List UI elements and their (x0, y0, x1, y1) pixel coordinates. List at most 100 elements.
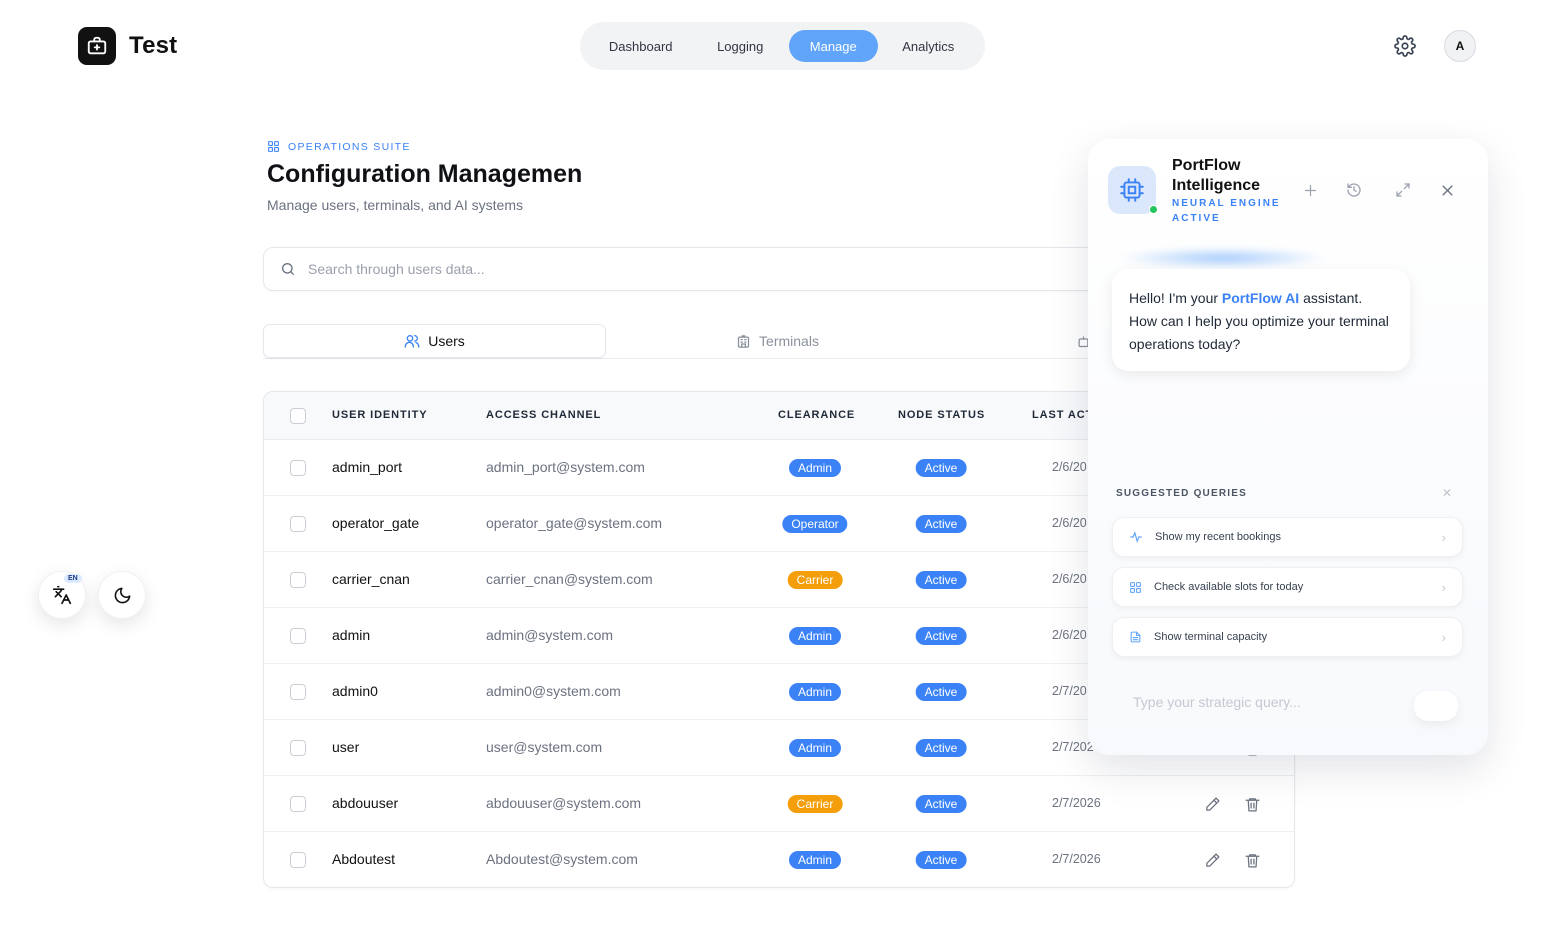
nav-dashboard[interactable]: Dashboard (586, 30, 695, 62)
suggestion-recent-bookings[interactable]: Show my recent bookings › (1112, 517, 1463, 557)
user-email: abdouuser@system.com (486, 795, 642, 811)
user-name: admin0 (332, 683, 378, 699)
user-email: operator_gate@system.com (486, 515, 663, 531)
row-checkbox[interactable] (290, 684, 306, 700)
theme-toggle[interactable] (98, 571, 146, 619)
status-badge: Active (915, 627, 967, 645)
table-row[interactable]: Abdoutest Abdoutest@system.com Admin Act… (264, 832, 1294, 887)
tab-users-label: Users (428, 333, 465, 349)
ai-title: PortFlow Intelligence (1172, 157, 1261, 194)
ai-query-input[interactable] (1133, 694, 1393, 710)
send-button[interactable] (1414, 691, 1458, 721)
row-checkbox[interactable] (290, 628, 306, 644)
status-badge: Active (915, 795, 967, 813)
row-checkbox[interactable] (290, 852, 306, 868)
status-badge: Active (915, 571, 967, 589)
ai-query-bar (1112, 684, 1462, 720)
delete-trash-icon[interactable] (1242, 794, 1262, 814)
close-icon[interactable] (1437, 180, 1457, 200)
clearance-badge: Admin (788, 459, 842, 477)
settings-gear-icon[interactable] (1392, 33, 1418, 59)
nav-manage[interactable]: Manage (788, 30, 878, 62)
delete-trash-icon[interactable] (1242, 850, 1262, 870)
edit-pencil-icon[interactable] (1202, 794, 1222, 814)
language-toggle[interactable]: EN (38, 571, 86, 619)
history-icon[interactable] (1344, 180, 1364, 200)
message-glow (1118, 247, 1328, 269)
col-access-channel[interactable]: ACCESS CHANNEL (486, 409, 601, 421)
user-avatar[interactable]: A (1444, 30, 1476, 62)
select-all-checkbox[interactable] (290, 408, 306, 424)
translate-icon (52, 585, 72, 605)
new-chat-plus-icon[interactable] (1300, 180, 1320, 200)
row-checkbox[interactable] (290, 796, 306, 812)
last-activity-date: 2/6/20 (1052, 460, 1087, 474)
row-checkbox[interactable] (290, 740, 306, 756)
tab-users[interactable]: Users (263, 324, 606, 358)
clearance-badge: Admin (788, 627, 842, 645)
chevron-right-icon: › (1441, 579, 1446, 595)
suggestion-label: Check available slots for today (1154, 581, 1304, 593)
suggestion-available-slots[interactable]: Check available slots for today › (1112, 567, 1463, 607)
page-title: Configuration Managemen (267, 160, 583, 188)
page-subtitle: Manage users, terminals, and AI systems (267, 197, 523, 213)
last-activity-date: 2/6/20 (1052, 572, 1087, 586)
search-icon (282, 263, 294, 275)
row-checkbox[interactable] (290, 516, 306, 532)
suggestion-terminal-capacity[interactable]: Show terminal capacity › (1112, 617, 1463, 657)
user-name: admin (332, 627, 371, 643)
col-user-identity[interactable]: USER IDENTITY (332, 409, 427, 421)
clearance-badge: Admin (788, 739, 842, 757)
ai-assistant-panel: PortFlow Intelligence NEURAL ENGINE ACTI… (1088, 139, 1488, 755)
user-email: carrier_cnan@system.com (486, 571, 653, 587)
tab-terminals[interactable]: Terminals (606, 324, 949, 358)
last-activity-date: 2/6/20 (1052, 628, 1087, 642)
table-row[interactable]: abdouuser abdouuser@system.com Carrier A… (264, 776, 1294, 832)
clearance-badge: Carrier (787, 571, 843, 589)
last-activity-date: 2/7/2026 (1052, 796, 1101, 810)
tab-terminals-label: Terminals (759, 333, 819, 349)
app-title: Test (129, 32, 178, 59)
status-badge: Active (915, 515, 967, 533)
suggestions-close-icon[interactable]: ✕ (1442, 486, 1452, 500)
user-email: user@system.com (486, 739, 603, 755)
expand-icon[interactable] (1393, 180, 1413, 200)
suggestion-label: Show terminal capacity (1154, 631, 1268, 643)
section-eyebrow: OPERATIONS SUITE (267, 140, 411, 153)
col-clearance[interactable]: CLEARANCE (778, 409, 855, 421)
status-badge: Active (915, 459, 967, 477)
grid-icon (268, 141, 279, 152)
user-email: admin@system.com (486, 627, 614, 643)
edit-pencil-icon[interactable] (1202, 850, 1222, 870)
status-badge: Active (915, 851, 967, 869)
user-email: admin0@system.com (486, 683, 621, 699)
last-activity-date: 2/7/2026 (1052, 852, 1101, 866)
user-email: admin_port@system.com (486, 459, 645, 475)
chevron-right-icon: › (1441, 629, 1446, 645)
col-node-status[interactable]: NODE STATUS (898, 409, 985, 421)
user-name: carrier_cnan (332, 571, 410, 587)
language-badge: EN (64, 574, 82, 583)
nav-logging[interactable]: Logging (695, 30, 785, 62)
main-nav: Dashboard Logging Manage Analytics (580, 22, 985, 70)
moon-icon (114, 587, 130, 603)
app-logo[interactable]: Test (78, 27, 177, 65)
online-status-dot (1149, 205, 1158, 214)
briefcase-icon (78, 27, 116, 65)
greeting-prefix: Hello! I'm your (1129, 290, 1222, 306)
last-activity-date: 2/7/20 (1052, 684, 1087, 698)
suggestions-title: SUGGESTED QUERIES (1116, 488, 1247, 499)
row-checkbox[interactable] (290, 460, 306, 476)
search-input[interactable] (308, 261, 1008, 277)
clearance-badge: Admin (788, 683, 842, 701)
assistant-message: Hello! I'm your PortFlow AI assistant. H… (1112, 269, 1410, 371)
ai-status: NEURAL ENGINE ACTIVE (1172, 198, 1281, 224)
nav-analytics[interactable]: Analytics (878, 30, 979, 62)
activity-icon (1130, 531, 1142, 543)
row-checkbox[interactable] (290, 572, 306, 588)
last-activity-date: 2/7/202 (1052, 740, 1094, 754)
user-name: abdouuser (332, 795, 399, 811)
col-last-activity[interactable]: LAST ACT (1032, 409, 1093, 421)
terminal-building-icon (737, 334, 750, 348)
user-name: operator_gate (332, 515, 420, 531)
